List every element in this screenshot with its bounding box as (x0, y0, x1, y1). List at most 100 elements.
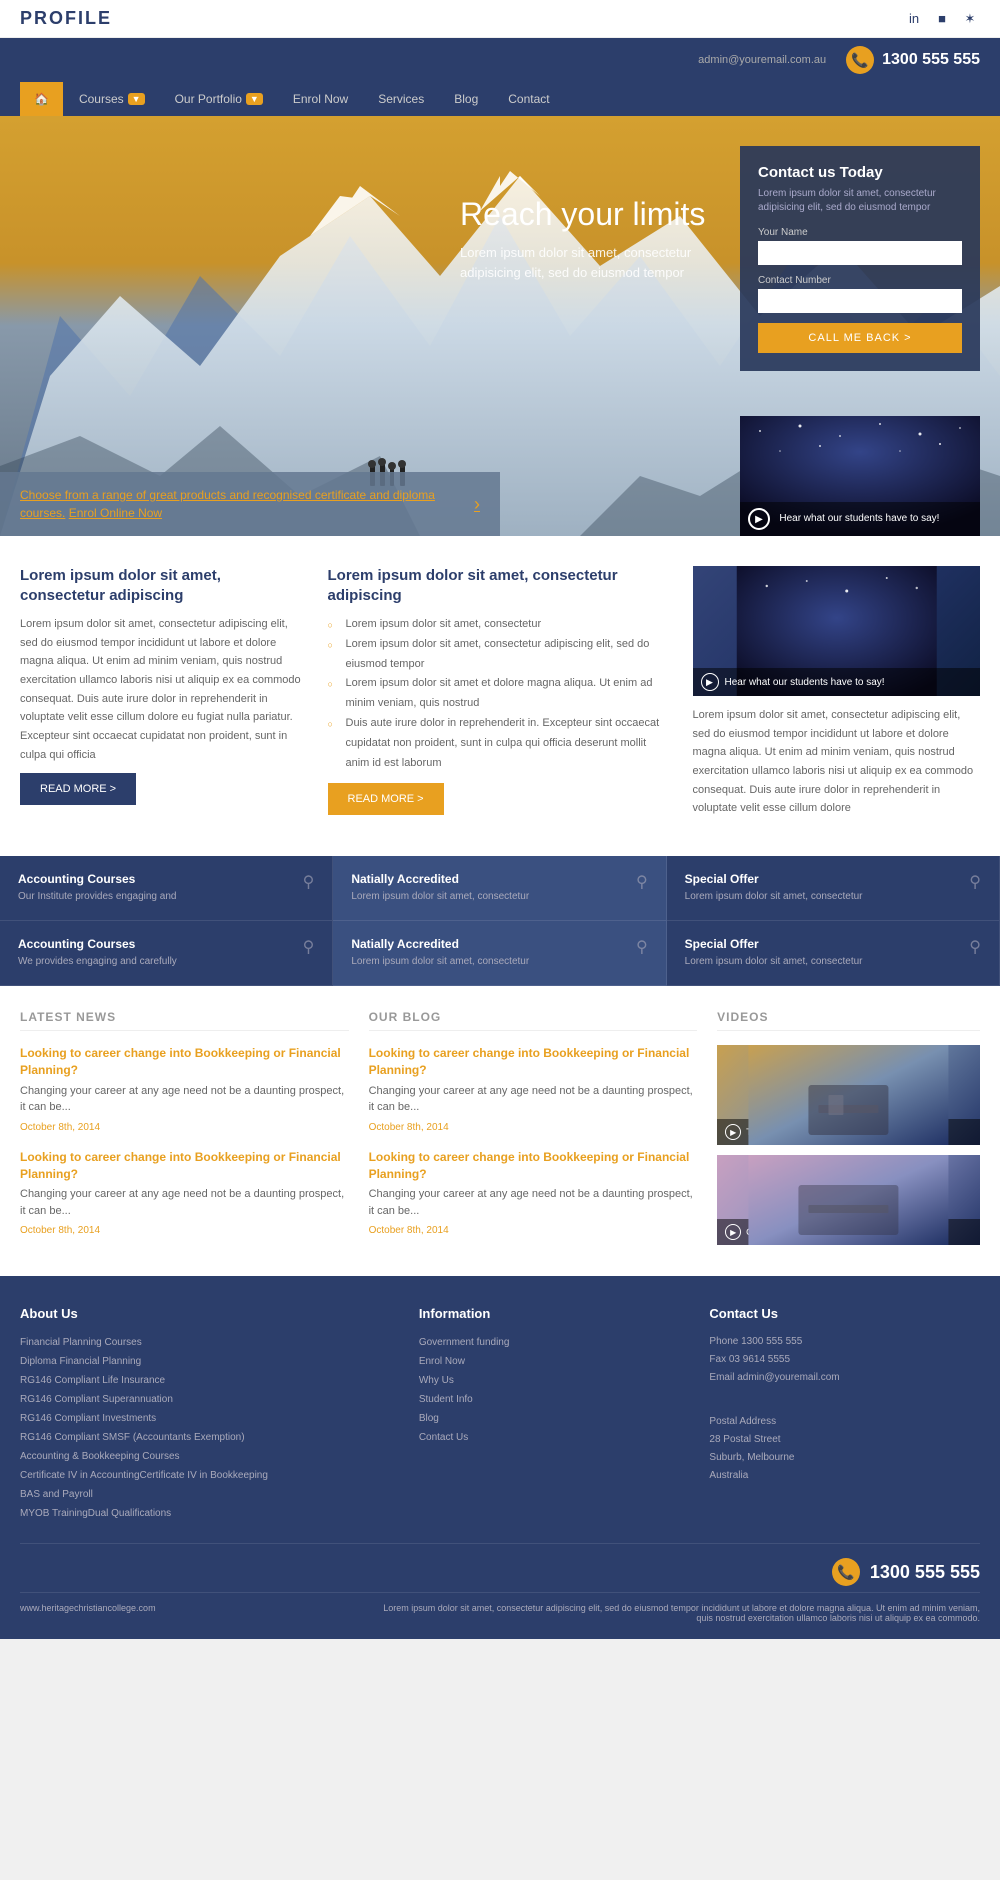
name-label: Your Name (758, 227, 962, 238)
hero-section: Reach your limits Lorem ipsum dolor sit … (0, 116, 1000, 536)
footer-link[interactable]: Government funding (419, 1333, 690, 1352)
news-item: Looking to career change into Bookkeepin… (20, 1149, 349, 1237)
list-item: Lorem ipsum dolor sit amet, consectetur … (328, 635, 673, 675)
main-play-icon[interactable]: ▶ (701, 673, 719, 691)
news-item-title[interactable]: Looking to career change into Bookkeepin… (20, 1045, 349, 1079)
main-video-thumb[interactable]: ▶ Hear what our students have to say! (693, 566, 981, 696)
feature-item[interactable]: Accounting Courses We provides engaging … (0, 921, 333, 986)
feature-item[interactable]: Accounting Courses Our Institute provide… (0, 856, 333, 921)
nav-portfolio[interactable]: Our Portfolio ▼ (161, 82, 277, 116)
feature-icon: ⚲ (303, 872, 315, 892)
footer-contact: Contact Us Phone 1300 555 555 Fax 03 961… (709, 1306, 980, 1523)
nav-bar: 🏠 Courses ▼ Our Portfolio ▼ Enrol Now Se… (0, 82, 1000, 116)
feature-title: Special Offer (685, 872, 863, 886)
blog-item-title[interactable]: Looking to career change into Bookkeepin… (369, 1149, 698, 1183)
feature-desc: Lorem ipsum dolor sit amet, consectetur (685, 955, 863, 969)
col1-body: Lorem ipsum dolor sit amet, consectetur … (20, 615, 308, 765)
footer-phone-icon: 📞 (832, 1558, 860, 1586)
read-more-orange-button[interactable]: READ MORE > (328, 783, 444, 815)
video-thumb-2[interactable]: ▶ Career options in Financial Planning! (717, 1155, 980, 1245)
play-icon[interactable]: ▶ (748, 508, 770, 530)
footer-about-links: Financial Planning Courses Diploma Finan… (20, 1333, 399, 1523)
video-thumb-1[interactable]: ▶ Thinking of studying online? (717, 1045, 980, 1145)
footer-info-links: Government funding Enrol Now Why Us Stud… (419, 1333, 690, 1447)
video-label-text: Hear what our students have to say! (779, 513, 939, 524)
feature-item[interactable]: Special Offer Lorem ipsum dolor sit amet… (667, 921, 1000, 986)
footer-address3: Australia (709, 1467, 980, 1485)
phone-label: Contact Number (758, 275, 962, 286)
news-item-date: October 8th, 2014 (20, 1122, 100, 1133)
twitter-icon[interactable]: ✶ (960, 9, 980, 29)
read-more-dark-button[interactable]: READ MORE > (20, 773, 136, 805)
nav-enrol[interactable]: Enrol Now (279, 82, 362, 116)
footer-link[interactable]: Student Info (419, 1390, 690, 1409)
nav-services[interactable]: Services (364, 82, 438, 116)
blog-item-title[interactable]: Looking to career change into Bookkeepin… (369, 1045, 698, 1079)
email-text: admin@youremail.com.au (698, 54, 826, 66)
videos-col: VIDEOS ▶ Thinking of studying onli (717, 1010, 980, 1252)
social-icons: in ■ ✶ (904, 9, 980, 29)
feature-desc: Lorem ipsum dolor sit amet, consectetur (351, 890, 529, 904)
blog-section-title: OUR BLOG (369, 1010, 698, 1031)
footer-about: About Us Financial Planning Courses Dipl… (20, 1306, 399, 1523)
footer-address2: Suburb, Melbourne (709, 1449, 980, 1467)
feature-desc: Our Institute provides engaging and (18, 890, 176, 904)
feature-item-highlighted[interactable]: Natially Accredited Lorem ipsum dolor si… (333, 921, 666, 986)
hero-arrow-icon[interactable]: › (474, 494, 480, 515)
footer-link[interactable]: RG146 Compliant Life Insurance (20, 1371, 399, 1390)
feature-item-highlighted[interactable]: Natially Accredited Lorem ipsum dolor si… (333, 856, 666, 921)
nav-blog[interactable]: Blog (440, 82, 492, 116)
feature-icon: ⚲ (969, 937, 981, 957)
feature-title: Accounting Courses (18, 937, 177, 951)
footer-phone-number: 1300 555 555 (870, 1562, 980, 1583)
contact-form-desc: Lorem ipsum dolor sit amet, consectetur … (758, 187, 962, 215)
footer-link[interactable]: MYOB TrainingDual Qualifications (20, 1504, 399, 1523)
feature-title: Special Offer (685, 937, 863, 951)
main-content: Lorem ipsum dolor sit amet, consectetur … (0, 536, 1000, 856)
footer-link[interactable]: Enrol Now (419, 1352, 690, 1371)
feature-icon: ⚲ (636, 872, 648, 892)
feature-desc: We provides engaging and carefully (18, 955, 177, 969)
footer-link[interactable]: Accounting & Bookkeeping Courses (20, 1447, 399, 1466)
videos-section-title: VIDEOS (717, 1010, 980, 1031)
footer-link[interactable]: Diploma Financial Planning (20, 1352, 399, 1371)
footer-contact-phone: Phone 1300 555 555 (709, 1333, 980, 1351)
footer-link[interactable]: RG146 Compliant SMSF (Accountants Exempt… (20, 1428, 399, 1447)
enrol-link[interactable]: Enrol Online Now (69, 506, 162, 520)
footer-link[interactable]: Certificate IV in AccountingCertificate … (20, 1466, 399, 1485)
footer-grid: About Us Financial Planning Courses Dipl… (20, 1306, 980, 1523)
phone-input[interactable] (758, 289, 962, 313)
nav-contact[interactable]: Contact (494, 82, 563, 116)
footer-contact-email: Email admin@youremail.com (709, 1369, 980, 1387)
footer-link[interactable]: Blog (419, 1409, 690, 1428)
feature-icon: ⚲ (636, 937, 648, 957)
hero-title: Reach your limits (460, 196, 720, 233)
footer-link[interactable]: BAS and Payroll (20, 1485, 399, 1504)
video-thumbnail[interactable]: ▶ Hear what our students have to say! (740, 416, 980, 536)
linkedin-icon[interactable]: in (904, 9, 924, 29)
nav-courses[interactable]: Courses ▼ (65, 82, 159, 116)
col1-title: Lorem ipsum dolor sit amet, consectetur … (20, 566, 308, 605)
footer-link[interactable]: RG146 Compliant Investments (20, 1409, 399, 1428)
news-item-title[interactable]: Looking to career change into Bookkeepin… (20, 1149, 349, 1183)
call-back-button[interactable]: CALL ME BACK > (758, 323, 962, 353)
news-item-body: Changing your career at any age need not… (20, 1186, 349, 1219)
footer-link[interactable]: Why Us (419, 1371, 690, 1390)
footer-link[interactable]: RG146 Compliant Superannuation (20, 1390, 399, 1409)
nav-home[interactable]: 🏠 (20, 82, 63, 116)
footer-link[interactable]: Contact Us (419, 1428, 690, 1447)
feature-icon: ⚲ (969, 872, 981, 892)
feature-title: Natially Accredited (351, 937, 529, 951)
main-video-text: Hear what our students have to say! (725, 677, 885, 688)
feature-item[interactable]: Special Offer Lorem ipsum dolor sit amet… (667, 856, 1000, 921)
footer-link[interactable]: Financial Planning Courses (20, 1333, 399, 1352)
features-grid: Accounting Courses Our Institute provide… (0, 856, 1000, 986)
phone-number: 1300 555 555 (882, 51, 980, 69)
footer-about-title: About Us (20, 1306, 399, 1321)
news-section: LATEST NEWS Looking to career change int… (0, 986, 1000, 1276)
footer-information: Information Government funding Enrol Now… (419, 1306, 690, 1523)
name-input[interactable] (758, 241, 962, 265)
facebook-icon[interactable]: ■ (932, 9, 952, 29)
list-item: Duis aute irure dolor in reprehenderit i… (328, 714, 673, 773)
blog-item: Looking to career change into Bookkeepin… (369, 1149, 698, 1237)
